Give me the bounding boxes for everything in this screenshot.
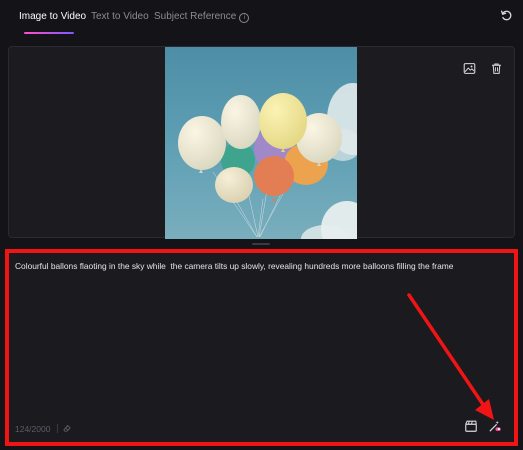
tab-label: Text to Video bbox=[91, 11, 149, 22]
tab-text-to-video[interactable]: Text to Video bbox=[91, 11, 149, 22]
prompt-textarea[interactable]: Colourful ballons flaoting in the sky wh… bbox=[15, 261, 510, 272]
resize-handle[interactable] bbox=[252, 243, 270, 245]
eraser-icon[interactable] bbox=[62, 423, 72, 433]
character-count: 124/2000 bbox=[15, 424, 51, 434]
tab-subject-reference[interactable]: Subject Reference i bbox=[154, 11, 250, 23]
prompt-panel[interactable] bbox=[8, 251, 515, 444]
divider bbox=[57, 424, 58, 433]
delete-image-button[interactable] bbox=[486, 58, 506, 78]
tab-image-to-video[interactable]: Image to Video bbox=[19, 11, 86, 22]
image-icon bbox=[463, 62, 475, 74]
app-window: Image to Video Text to Video Subject Ref… bbox=[0, 0, 523, 450]
trash-icon bbox=[491, 63, 501, 74]
image-upload-panel bbox=[8, 46, 515, 239]
uploaded-image bbox=[165, 47, 357, 239]
tab-label: Image to Video bbox=[19, 11, 87, 22]
magic-wand-icon[interactable] bbox=[488, 419, 502, 433]
active-tab-indicator bbox=[24, 32, 74, 34]
clapperboard-icon[interactable] bbox=[464, 419, 478, 433]
mode-tabs: Image to Video Text to Video Subject Ref… bbox=[0, 0, 523, 36]
refresh-icon[interactable] bbox=[500, 9, 513, 22]
info-icon[interactable]: i bbox=[239, 13, 250, 23]
replace-image-button[interactable] bbox=[459, 58, 479, 78]
tab-label: Subject Reference bbox=[154, 11, 237, 22]
